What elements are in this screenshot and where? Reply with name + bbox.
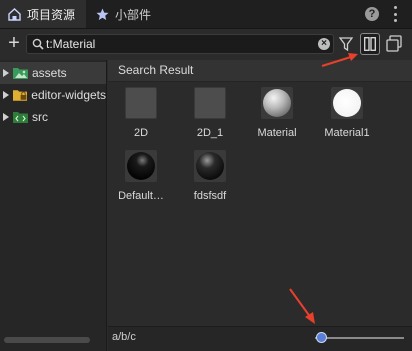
code-folder-icon <box>13 112 28 123</box>
star-icon <box>96 8 109 20</box>
asset-item[interactable]: 2D <box>108 87 174 159</box>
material-thumbnail <box>261 87 293 119</box>
material-thumbnail <box>331 87 363 119</box>
duplicate-icon[interactable] <box>385 34 403 54</box>
zoom-slider-handle[interactable] <box>316 332 327 343</box>
tab-project-assets[interactable]: 项目资源 <box>0 0 86 28</box>
tree-item-src[interactable]: src <box>0 106 106 128</box>
asset-label: Material <box>257 127 297 139</box>
asset-label: Default… <box>118 190 164 202</box>
asset-item[interactable]: Material <box>244 87 310 159</box>
asset-label: 2D_1 <box>196 127 224 139</box>
asset-item[interactable]: fdsfsdf <box>177 150 243 222</box>
asset-item[interactable]: 2D_1 <box>177 87 243 159</box>
tree-horizontal-scrollbar[interactable] <box>4 337 90 343</box>
sprite-thumbnail <box>125 87 157 119</box>
expand-arrow-icon[interactable] <box>3 91 9 99</box>
split-view-icon <box>364 37 376 51</box>
tree-item-assets[interactable]: assets <box>0 62 106 84</box>
tab-widgets[interactable]: 小部件 <box>88 0 166 28</box>
annotation-arrow-icon <box>289 288 315 324</box>
add-button[interactable]: + <box>6 33 22 53</box>
asset-item[interactable]: Default… <box>108 150 174 222</box>
zoom-slider-track[interactable] <box>315 337 404 339</box>
expand-arrow-icon[interactable] <box>3 113 9 121</box>
annotation-arrow-icon <box>321 53 358 67</box>
split-view-button[interactable] <box>360 33 380 55</box>
search-input[interactable] <box>46 35 310 53</box>
more-menu-icon[interactable] <box>388 6 402 22</box>
asset-label: fdsfsdf <box>193 190 227 202</box>
tree-item-label: editor-widgets <box>31 88 106 102</box>
sprite-thumbnail <box>194 87 226 119</box>
image-folder-icon <box>13 68 28 79</box>
asset-item[interactable]: Material1 <box>314 87 380 159</box>
lock-folder-icon <box>13 90 28 101</box>
material-thumbnail <box>125 150 157 182</box>
current-path: a/b/c <box>112 331 136 343</box>
material-thumbnail <box>194 150 226 182</box>
results-title: Search Result <box>118 63 194 77</box>
tab-label: 小部件 <box>115 7 152 22</box>
tree-item-label: assets <box>32 66 67 80</box>
expand-arrow-icon[interactable] <box>3 69 9 77</box>
help-button[interactable]: ? <box>365 7 379 21</box>
tab-label: 项目资源 <box>27 7 76 22</box>
home-icon <box>8 7 21 21</box>
asset-label: Material1 <box>324 127 370 139</box>
tree-item-editor-widgets[interactable]: editor-widgets <box>0 84 106 106</box>
tree-item-label: src <box>32 110 48 124</box>
search-icon <box>32 38 44 50</box>
asset-label: 2D <box>133 127 149 139</box>
